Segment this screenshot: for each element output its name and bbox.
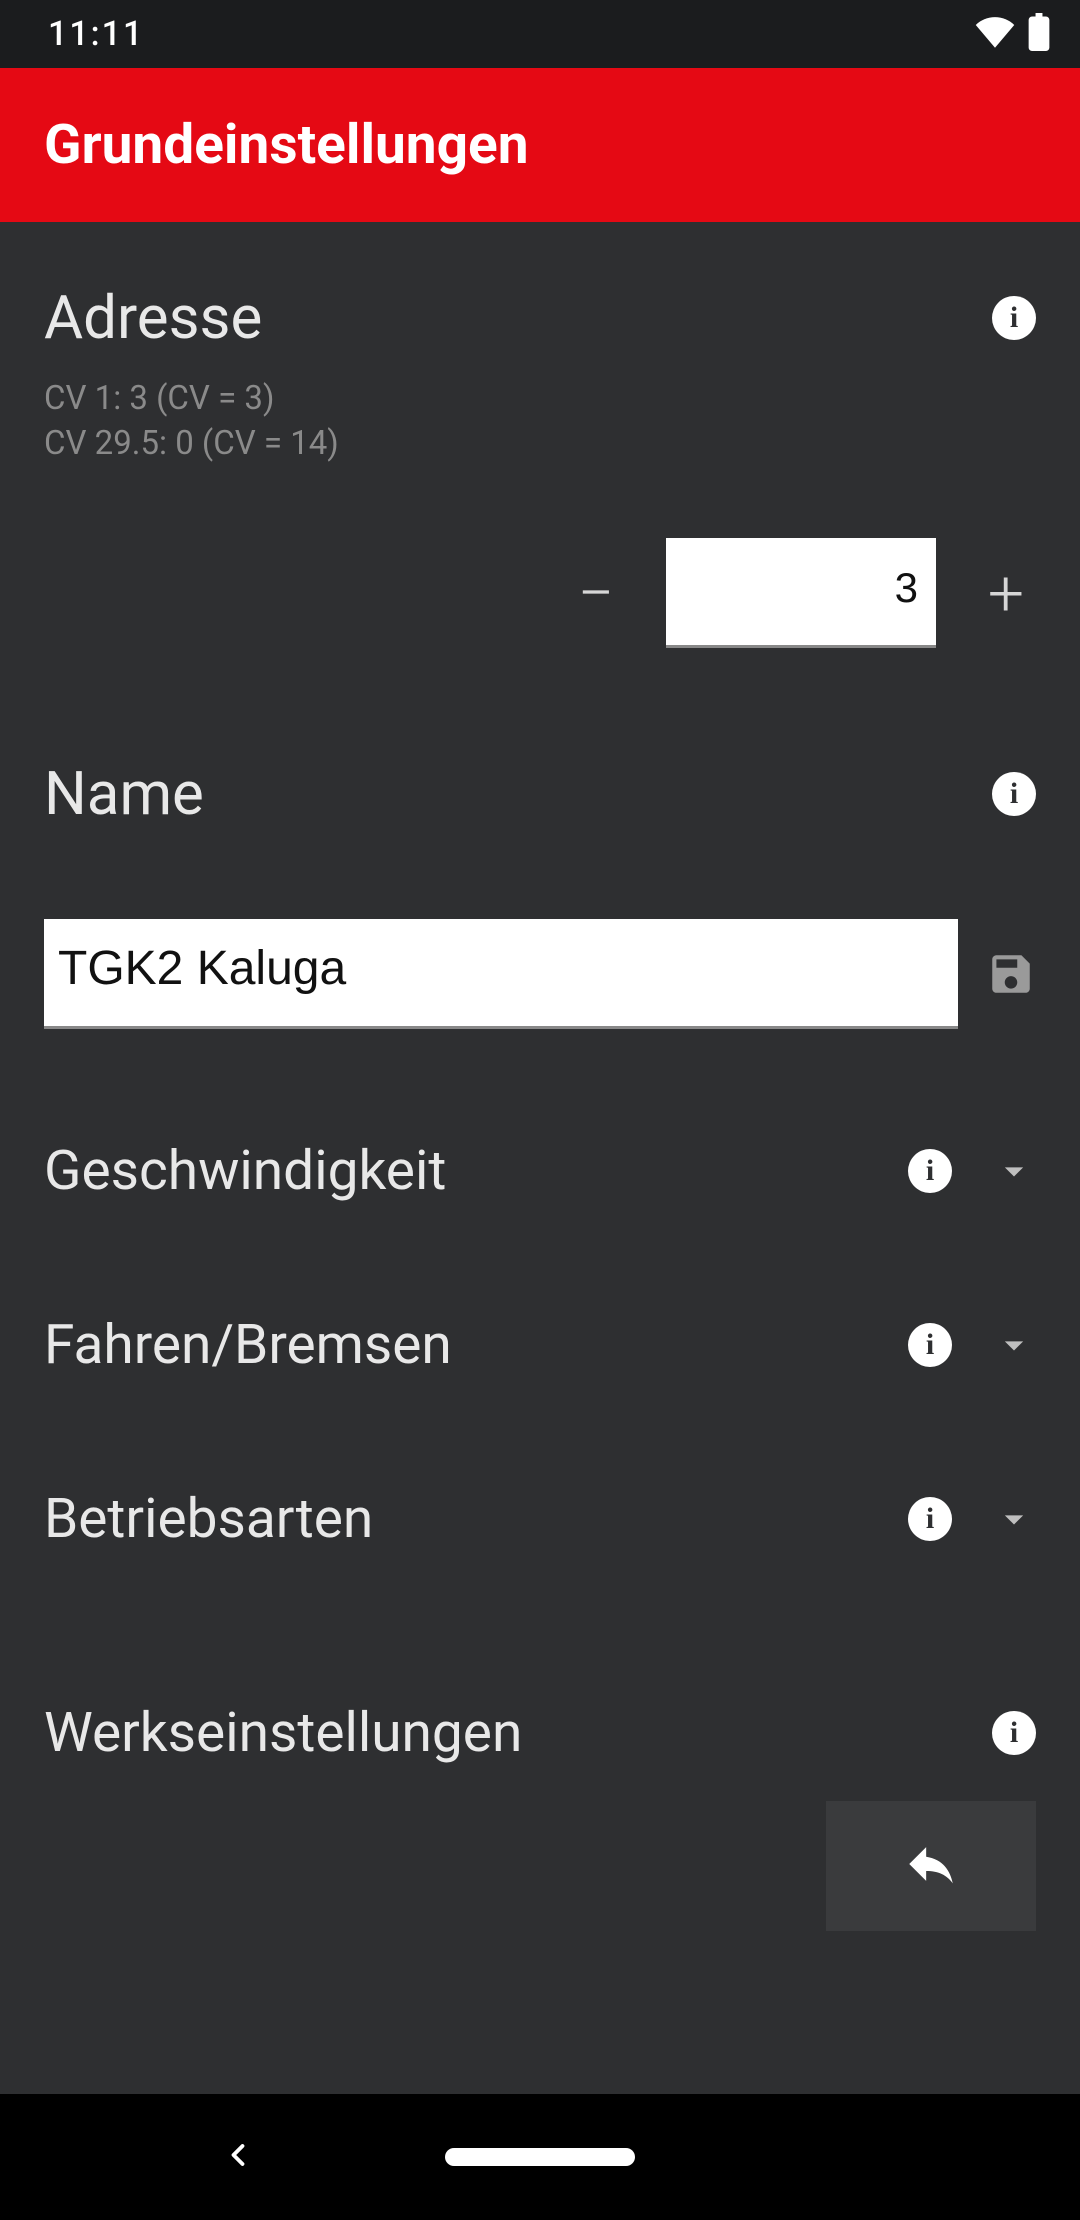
section-title-drive-brake: Fahren/Bremsen (44, 1313, 452, 1377)
cv-info: CV 1: 3 (CV = 3) CV 29.5: 0 (CV = 14) (44, 377, 1036, 466)
section-title-modes: Betriebsarten (44, 1487, 373, 1551)
reset-row (44, 1801, 1036, 1931)
section-name: Name i (44, 648, 1036, 1029)
section-header-name: Name i (44, 758, 1036, 829)
info-icon[interactable]: i (908, 1497, 952, 1541)
page-title: Grundeinstellungen (44, 113, 529, 177)
section-actions-modes: i (908, 1497, 1036, 1541)
section-modes[interactable]: Betriebsarten i (44, 1377, 1036, 1551)
section-title-speed: Geschwindigkeit (44, 1139, 446, 1203)
section-actions-drive-brake: i (908, 1323, 1036, 1367)
navigation-bar (0, 2094, 1080, 2220)
undo-icon (902, 1835, 960, 1897)
info-icon[interactable]: i (908, 1323, 952, 1367)
content-area: Adresse i CV 1: 3 (CV = 3) CV 29.5: 0 (C… (0, 222, 1080, 2094)
section-actions-speed: i (908, 1149, 1036, 1193)
info-icon[interactable]: i (992, 1711, 1036, 1755)
section-factory: Werkseinstellungen i (44, 1551, 1036, 1931)
section-header-address: Adresse i (44, 282, 1036, 353)
section-title-factory: Werkseinstellungen (44, 1701, 522, 1765)
address-stepper: − + (44, 538, 1036, 648)
section-title-address: Adresse (44, 282, 262, 353)
chevron-down-icon[interactable] (992, 1323, 1036, 1367)
status-time: 11:11 (48, 14, 144, 54)
info-icon[interactable]: i (992, 772, 1036, 816)
cv-line-2: CV 29.5: 0 (CV = 14) (44, 422, 1036, 467)
section-drive-brake[interactable]: Fahren/Bremsen i (44, 1203, 1036, 1377)
address-input[interactable] (666, 538, 936, 648)
section-actions-address: i (992, 296, 1036, 340)
section-speed[interactable]: Geschwindigkeit i (44, 1029, 1036, 1203)
section-header-factory: Werkseinstellungen i (44, 1701, 1036, 1765)
name-input[interactable] (44, 919, 958, 1029)
wifi-icon (974, 16, 1016, 52)
increment-button[interactable]: + (976, 556, 1036, 631)
status-icons (974, 13, 1050, 55)
section-address: Adresse i CV 1: 3 (CV = 3) CV 29.5: 0 (C… (44, 222, 1036, 648)
home-indicator[interactable] (445, 2148, 635, 2166)
cv-line-1: CV 1: 3 (CV = 3) (44, 377, 1036, 422)
app-bar: Grundeinstellungen (0, 68, 1080, 222)
back-button[interactable] (220, 2137, 256, 2177)
chevron-down-icon[interactable] (992, 1497, 1036, 1541)
section-actions-name: i (992, 772, 1036, 816)
status-bar: 11:11 (0, 0, 1080, 68)
name-input-row (44, 919, 1036, 1029)
decrement-button[interactable]: − (566, 556, 626, 631)
save-icon[interactable] (986, 949, 1036, 999)
section-actions-factory: i (992, 1711, 1036, 1755)
section-title-name: Name (44, 758, 204, 829)
info-icon[interactable]: i (908, 1149, 952, 1193)
battery-icon (1028, 13, 1050, 55)
reset-button[interactable] (826, 1801, 1036, 1931)
chevron-down-icon[interactable] (992, 1149, 1036, 1193)
info-icon[interactable]: i (992, 296, 1036, 340)
